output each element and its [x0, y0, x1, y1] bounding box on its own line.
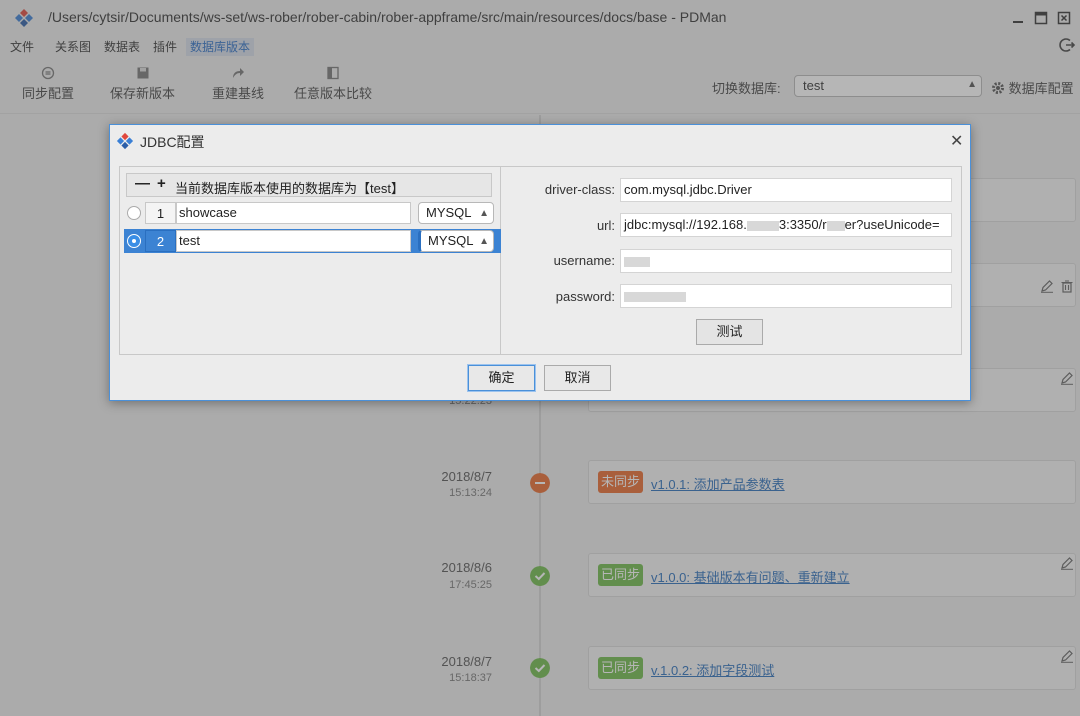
db-type-select[interactable]: MYSQL ▲ — [418, 202, 494, 224]
db-name-input[interactable]: test — [176, 230, 411, 252]
password-input[interactable] — [620, 284, 952, 308]
driver-class-label: driver-class: — [544, 182, 615, 197]
database-list-pane: — + 当前数据库版本使用的数据库为【test】 1 showcase MYSQ… — [120, 167, 501, 354]
url-label: url: — [596, 218, 615, 233]
remove-db-icon[interactable]: — — [135, 175, 150, 192]
cancel-button[interactable]: 取消 — [544, 365, 611, 391]
database-list-header: — + 当前数据库版本使用的数据库为【test】 — [126, 173, 492, 197]
db-type-value: MYSQL — [428, 233, 474, 248]
url-input[interactable]: jdbc:mysql://192.168. 3:3350/r er?useUnico… — [620, 213, 952, 237]
dialog-title: JDBC配置 — [140, 134, 205, 150]
url-prefix: jdbc:mysql://192.168. — [624, 217, 747, 232]
redacted-block — [746, 220, 779, 231]
db-radio-selected[interactable] — [127, 234, 141, 248]
connection-form: driver-class: com.mysql.jdbc.Driver url:… — [502, 167, 962, 354]
test-connection-button[interactable]: 测试 — [696, 319, 763, 345]
add-db-icon[interactable]: + — [157, 175, 166, 192]
select-arrows-icon: ▲ — [479, 208, 489, 219]
db-row[interactable]: 1 showcase MYSQL ▲ — [124, 201, 501, 225]
db-row-index: 2 — [145, 230, 176, 252]
db-row-selected[interactable]: 2 test MYSQL ▲ — [124, 229, 501, 253]
ok-button[interactable]: 确定 — [468, 365, 535, 391]
password-label: password: — [555, 289, 615, 304]
db-row-index: 1 — [145, 202, 176, 224]
redacted-block — [826, 220, 845, 231]
url-suffix: er?useUnicode= — [844, 217, 940, 232]
dialog-close-icon[interactable]: ✕ — [950, 131, 963, 151]
db-name-input[interactable]: showcase — [176, 202, 411, 224]
dialog-body: — + 当前数据库版本使用的数据库为【test】 1 showcase MYSQ… — [119, 166, 962, 355]
dialog-title-bar: JDBC配置 ✕ — [110, 125, 970, 155]
url-mid: 3:3350/r — [778, 217, 827, 232]
redacted-block — [624, 256, 650, 267]
jdbc-config-dialog: JDBC配置 ✕ — + 当前数据库版本使用的数据库为【test】 1 show… — [109, 124, 971, 401]
db-type-select[interactable]: MYSQL ▲ — [418, 230, 494, 252]
redacted-block — [624, 291, 686, 302]
current-db-text: 当前数据库版本使用的数据库为【test】 — [175, 181, 404, 196]
pdman-logo-icon — [116, 132, 134, 150]
driver-class-input[interactable]: com.mysql.jdbc.Driver — [620, 178, 952, 202]
username-label: username: — [553, 253, 615, 268]
db-radio[interactable] — [127, 206, 141, 220]
username-input[interactable] — [620, 249, 952, 273]
select-arrows-icon: ▲ — [479, 236, 489, 247]
db-type-value: MYSQL — [426, 205, 472, 220]
